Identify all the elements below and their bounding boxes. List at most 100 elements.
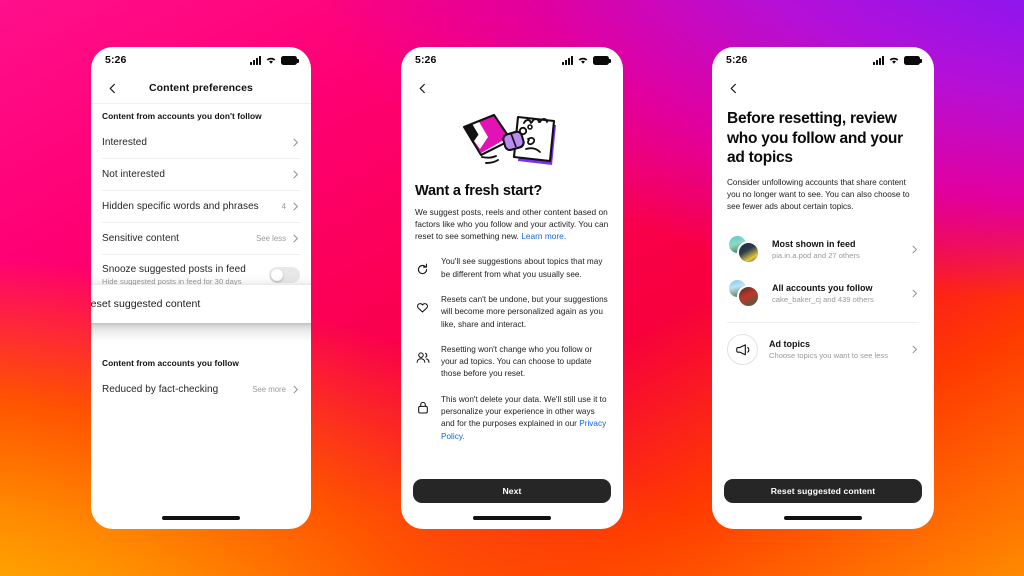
list-item-text: All accounts you follow cake_baker_cj an… — [772, 283, 899, 304]
review-body: Before resetting, review who you follow … — [712, 103, 934, 372]
nav-bar — [401, 73, 623, 103]
list-item-subtitle: Choose topics you want to see less — [769, 351, 889, 361]
bullet-text: Resetting won't change who you follow or… — [441, 344, 593, 379]
snooze-toggle[interactable] — [269, 267, 300, 283]
home-indicator — [784, 516, 862, 520]
phone-review-before-resetting: 5:26 Before resetting, review who you fo… — [712, 47, 934, 529]
bullet-text: You'll see suggestions about topics that… — [441, 257, 603, 279]
status-bar: 5:26 — [91, 47, 311, 73]
list-item-ad-topics[interactable]: Ad topics Choose topics you want to see … — [727, 327, 919, 372]
chevron-right-icon — [912, 245, 917, 254]
next-button[interactable]: Next — [413, 479, 611, 503]
reset-suggested-content-button[interactable]: Reset suggested content — [724, 479, 922, 503]
row-accessory: 4 — [282, 202, 300, 211]
row-value: 4 — [281, 202, 286, 211]
avatar-stack — [727, 234, 761, 265]
wifi-icon — [578, 57, 588, 64]
list-item-subtitle: pia.in.a.pod and 27 others — [772, 250, 860, 260]
row-label: Reduced by fact-checking — [102, 384, 219, 395]
list-item-title: Most shown in feed — [772, 238, 856, 249]
row-accessory — [291, 138, 300, 147]
bullet-item: Resetting won't change who you follow or… — [415, 344, 609, 381]
bullet-list: You'll see suggestions about topics that… — [415, 256, 609, 443]
list-item-sensitive-content[interactable]: Sensitive content See less — [91, 223, 311, 254]
avatar-stack — [727, 278, 761, 309]
chevron-right-icon — [293, 170, 298, 179]
status-time: 5:26 — [726, 54, 748, 66]
page-title: Content preferences — [148, 82, 253, 94]
list-item-title: Ad topics — [769, 339, 811, 350]
bullet-text: Resets can't be undone, but your suggest… — [441, 294, 608, 329]
toggle-knob — [270, 268, 284, 282]
megaphone-icon — [727, 334, 758, 366]
row-label: Hidden specific words and phrases — [102, 201, 259, 212]
review-title: Before resetting, review who you follow … — [727, 110, 903, 167]
back-button[interactable] — [413, 79, 431, 97]
status-icons — [250, 55, 299, 65]
home-indicator — [162, 516, 240, 520]
row-accessory: See more — [252, 385, 300, 394]
list-item-not-interested[interactable]: Not interested — [91, 159, 311, 190]
row-label: Reset suggested content — [91, 298, 201, 310]
list-item-hidden-words[interactable]: Hidden specific words and phrases 4 — [91, 191, 311, 222]
battery-icon — [593, 56, 611, 65]
row-label: Sensitive content — [102, 233, 180, 244]
chevron-right-icon — [309, 299, 311, 309]
paragraph-text: We suggest posts, reels and other conten… — [415, 207, 609, 242]
battery-icon — [904, 56, 922, 65]
list-item-reset-suggested-content-highlighted[interactable]: Reset suggested content — [91, 285, 311, 323]
row-value: See more — [252, 385, 286, 394]
status-bar: 5:26 — [712, 47, 934, 73]
row-text-block: Snooze suggested posts in feed Hide sugg… — [102, 264, 246, 286]
fresh-start-body: Want a fresh start? We suggest posts, re… — [401, 103, 623, 443]
cellular-signal-icon — [873, 55, 884, 65]
nav-bar: Content preferences — [91, 73, 311, 103]
status-icons — [873, 55, 922, 65]
list-item-interested[interactable]: Interested — [91, 127, 311, 158]
chevron-right-icon — [293, 234, 298, 243]
review-list: Most shown in feed pia.in.a.pod and 27 o… — [727, 227, 919, 372]
bullet-item: You'll see suggestions about topics that… — [415, 256, 609, 281]
chevron-right-icon — [293, 202, 298, 211]
row-label: Snooze suggested posts in feed — [102, 264, 246, 275]
chevron-left-icon — [730, 83, 736, 93]
pencil-erasing-notepad-illustration — [415, 103, 609, 179]
divider — [727, 322, 919, 324]
chevron-right-icon — [293, 385, 298, 394]
learn-more-link[interactable]: Learn more. — [521, 231, 566, 241]
bullet-item: Resets can't be undone, but your suggest… — [415, 294, 609, 331]
cta-container: Next — [401, 479, 623, 503]
cellular-signal-icon — [250, 55, 261, 65]
list-item-subtitle: cake_baker_cj and 439 others — [772, 294, 874, 304]
row-accessory: See less — [256, 234, 300, 243]
chevron-right-icon — [912, 289, 917, 298]
wifi-icon — [889, 57, 899, 64]
lock-icon — [415, 394, 430, 414]
cellular-signal-icon — [562, 55, 573, 65]
status-time: 5:26 — [415, 54, 437, 66]
home-indicator — [473, 516, 551, 520]
list-item-most-shown-in-feed[interactable]: Most shown in feed pia.in.a.pod and 27 o… — [727, 227, 919, 271]
list-item-title: All accounts you follow — [772, 282, 873, 293]
heart-icon — [415, 294, 430, 314]
phone-fresh-start: 5:26 Want a fresh start? We suggest post… — [401, 47, 623, 529]
bullet-text: This won't delete your data. We'll still… — [441, 394, 609, 443]
list-item-reduced-by-fact-checking[interactable]: Reduced by fact-checking See more — [91, 374, 311, 405]
section-header-following: Content from accounts you follow — [102, 358, 239, 368]
fresh-start-paragraph: We suggest posts, reels and other conten… — [415, 206, 609, 242]
section-header-not-following: Content from accounts you don't follow — [102, 111, 262, 121]
row-value: See less — [256, 234, 286, 243]
status-bar: 5:26 — [401, 47, 623, 73]
row-accessory — [291, 170, 300, 179]
phone-content-preferences: 5:26 Content preferences Content from ac… — [91, 47, 311, 529]
fresh-start-title: Want a fresh start? — [415, 183, 542, 199]
wifi-icon — [266, 57, 276, 64]
list-item-all-accounts-you-follow[interactable]: All accounts you follow cake_baker_cj an… — [727, 271, 919, 315]
avatar — [737, 285, 760, 309]
people-icon — [415, 344, 430, 364]
back-button[interactable] — [724, 79, 742, 97]
bullet-item: This won't delete your data. We'll still… — [415, 394, 609, 443]
status-icons — [562, 55, 611, 65]
row-label: Interested — [102, 137, 147, 148]
cta-container: Reset suggested content — [712, 479, 934, 503]
